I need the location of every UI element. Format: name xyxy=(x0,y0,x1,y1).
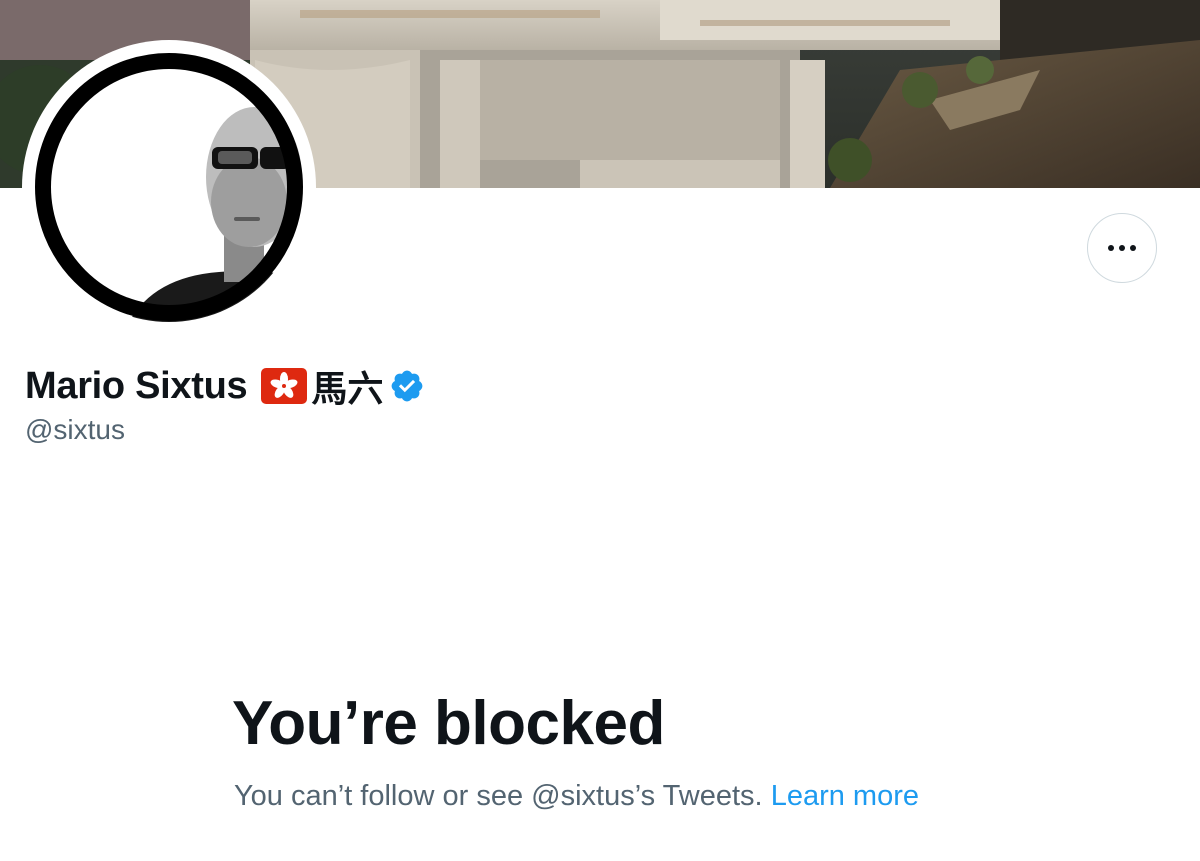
profile-handle: @sixtus xyxy=(25,414,125,445)
hong-kong-flag-icon xyxy=(261,368,308,404)
avatar[interactable] xyxy=(34,52,304,322)
more-options-button[interactable] xyxy=(1087,213,1157,283)
learn-more-link[interactable]: Learn more xyxy=(771,780,919,812)
more-horizontal-icon xyxy=(1108,245,1136,251)
profile-page: Mario Sixtus 馬六 @sixtus You’re blocked Y… xyxy=(0,0,1200,861)
profile-avatar-frame[interactable] xyxy=(22,40,316,334)
display-name: Mario Sixtus xyxy=(25,364,248,407)
display-name-cjk: 馬六 xyxy=(311,369,384,410)
profile-name-row: Mario Sixtus 馬六 xyxy=(25,362,425,410)
blocked-message: You can’t follow or see @sixtus’s Tweets… xyxy=(234,780,919,813)
verified-badge-icon[interactable] xyxy=(389,368,425,404)
blocked-heading: You’re blocked xyxy=(232,689,665,758)
blocked-message-text: You can’t follow or see @sixtus’s Tweets… xyxy=(234,780,763,812)
